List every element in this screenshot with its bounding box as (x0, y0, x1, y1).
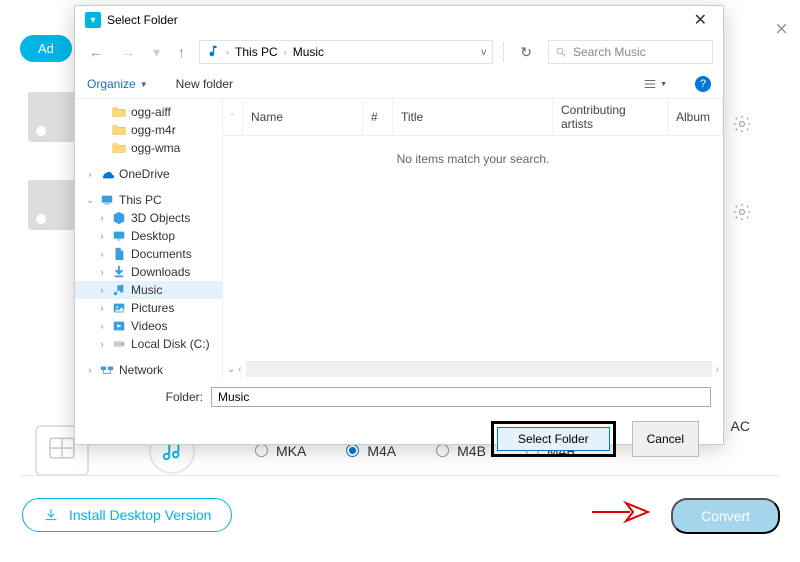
forward-button[interactable]: → (117, 42, 139, 62)
gear-icon[interactable] (732, 202, 752, 227)
horizontal-scrollbar[interactable]: ⌄ ‹› (223, 359, 723, 379)
tree-item[interactable]: ›Music (75, 281, 222, 299)
select-folder-highlight: Select Folder (491, 421, 616, 457)
col-number[interactable]: # (363, 99, 393, 135)
col-artists[interactable]: Contributing artists (553, 99, 668, 135)
search-input[interactable]: Search Music (548, 40, 713, 64)
gear-icon[interactable] (732, 114, 752, 139)
col-name[interactable]: Name (243, 99, 363, 135)
breadcrumb[interactable]: › This PC › Music v (199, 40, 493, 64)
folder-tree[interactable]: ogg-aiff ogg-m4r ogg-wma ›OneDrive ⌄This… (75, 99, 223, 379)
col-date[interactable]: ˆ (223, 99, 243, 135)
column-headers[interactable]: ˆ Name # Title Contributing artists Albu… (223, 99, 723, 136)
back-button[interactable]: ← (85, 42, 107, 62)
folder-label: Folder: (166, 390, 203, 404)
select-folder-dialog: ▾ Select Folder ✕ ← → ▾ ↑ › This PC › Mu… (74, 5, 724, 445)
convert-button[interactable]: Convert (671, 498, 780, 534)
add-button[interactable]: Ad (20, 35, 72, 62)
divider (20, 475, 780, 476)
close-panel-icon[interactable]: × (775, 16, 788, 42)
new-folder-button[interactable]: New folder (176, 77, 233, 91)
nav-row: ← → ▾ ↑ › This PC › Music v ↻ Search Mus… (75, 34, 723, 70)
music-icon (206, 44, 220, 61)
chevron-down-icon: ▼ (140, 80, 148, 89)
file-list: ˆ Name # Title Contributing artists Albu… (223, 99, 723, 379)
dialog-title: Select Folder (107, 13, 178, 27)
tree-item[interactable]: ogg-m4r (75, 121, 222, 139)
col-album[interactable]: Album (668, 99, 723, 135)
chevron-down-icon[interactable]: v (481, 47, 486, 58)
recent-dropdown[interactable]: ▾ (149, 42, 164, 63)
toolbar: Organize▼ New folder ▼ ? (75, 70, 723, 99)
chevron-right-icon: › (284, 47, 287, 57)
cancel-button[interactable]: Cancel (632, 421, 699, 457)
tree-item[interactable]: ogg-aiff (75, 103, 222, 121)
tree-item[interactable]: ›Downloads (75, 263, 222, 281)
tree-item[interactable]: ›Pictures (75, 299, 222, 317)
tree-item-onedrive[interactable]: ›OneDrive (75, 165, 222, 183)
tree-item-thispc[interactable]: ⌄This PC (75, 191, 222, 209)
tree-item-network[interactable]: ›Network (75, 361, 222, 379)
chevron-right-icon: › (226, 47, 229, 57)
tree-item[interactable]: ›3D Objects (75, 209, 222, 227)
refresh-icon[interactable]: ↻ (514, 42, 538, 63)
up-button[interactable]: ↑ (174, 42, 189, 62)
dialog-titlebar: ▾ Select Folder ✕ (75, 6, 723, 34)
select-folder-button[interactable]: Select Folder (497, 427, 610, 451)
arrow-annotation (590, 500, 650, 529)
tree-item[interactable]: ›Desktop (75, 227, 222, 245)
view-options-button[interactable]: ▼ (643, 77, 667, 91)
install-label: Install Desktop Version (69, 507, 211, 523)
folder-input-row: Folder: (75, 379, 723, 415)
tree-item[interactable]: ›Local Disk (C:) (75, 335, 222, 353)
install-desktop-button[interactable]: Install Desktop Version (22, 498, 232, 532)
app-logo-icon: ▾ (85, 12, 101, 28)
col-title[interactable]: Title (393, 99, 553, 135)
empty-message: No items match your search. (223, 136, 723, 182)
search-placeholder: Search Music (573, 45, 646, 59)
tree-item[interactable]: ›Documents (75, 245, 222, 263)
breadcrumb-item[interactable]: This PC (235, 45, 278, 59)
dialog-buttons: Select Folder Cancel (75, 415, 723, 467)
breadcrumb-item[interactable]: Music (293, 45, 324, 59)
folder-name-input[interactable] (211, 387, 711, 407)
close-icon[interactable]: ✕ (688, 10, 713, 30)
help-icon[interactable]: ? (695, 76, 711, 92)
tree-item[interactable]: ›Videos (75, 317, 222, 335)
tree-item[interactable]: ogg-wma (75, 139, 222, 157)
organize-menu[interactable]: Organize▼ (87, 77, 148, 91)
